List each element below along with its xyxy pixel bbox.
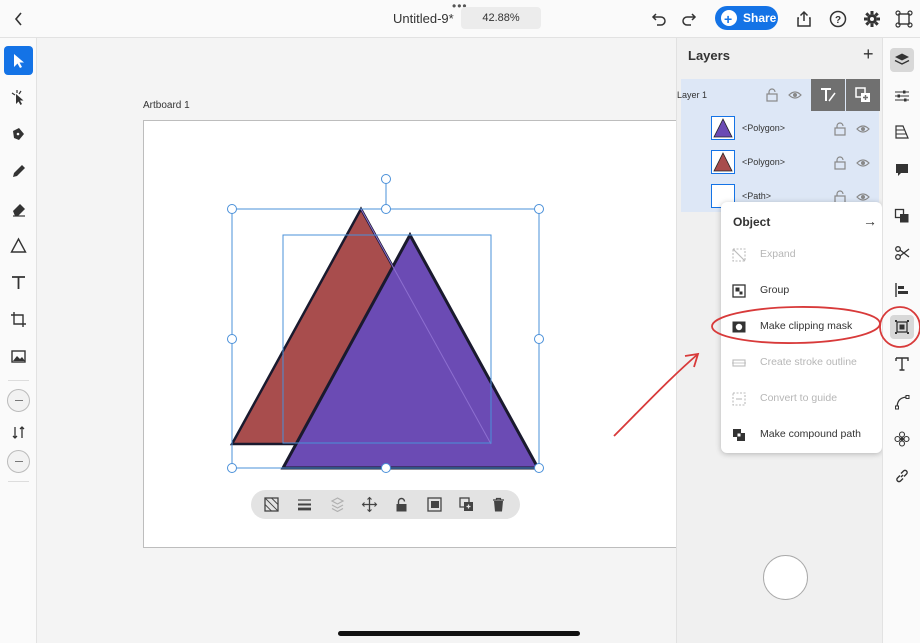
stroke-weight-icon[interactable] [296,496,313,513]
path-panel-button[interactable] [890,390,914,414]
duplicate-icon[interactable] [458,496,475,513]
comments-panel-button[interactable] [890,158,914,182]
arrange-layers-icon [894,208,909,223]
layer-item-label: <Polygon> [742,123,786,133]
group-icon [732,284,746,298]
menu-item-expand: Expand [721,237,882,271]
text-to-path-button[interactable] [811,79,845,111]
move-icon[interactable] [361,496,378,513]
flower-effects-icon [894,431,910,447]
effects-panel-button[interactable] [890,427,914,451]
home-indicator [338,631,580,636]
menu-item-make-clipping-mask[interactable]: Make clipping mask [721,309,882,343]
object-context-menu: Object → Expand Group Make clipping mask… [721,202,882,453]
touch-shortcut-button[interactable] [763,555,808,600]
resize-handle-top-right[interactable] [534,204,544,214]
lock-icon[interactable] [393,496,410,513]
transparency-icon[interactable] [263,496,280,513]
menu-item-label: Create stroke outline [760,356,857,368]
layer-lock-icon[interactable] [765,88,779,102]
resize-handle-top-left[interactable] [227,204,237,214]
menu-item-label: Group [760,284,790,296]
guide-icon [732,392,746,406]
menu-item-label: Convert to guide [760,392,838,404]
selection-toolbar [251,490,520,519]
app-window: ••• Untitled-9* 42.88% Share ? [0,0,920,643]
align-left-icon [895,283,908,297]
arrow-right-icon[interactable]: → [863,213,877,229]
clipping-mask-icon [732,321,746,333]
right-rail [882,38,920,643]
menu-item-convert-to-guide: Convert to guide [721,381,882,415]
layers-panel-title: Layers [688,48,730,63]
swatches-icon [895,125,909,139]
layer-visibility-icon[interactable] [856,122,870,136]
resize-handle-left[interactable] [227,334,237,344]
resize-handle-top[interactable] [381,204,391,214]
libraries-panel-button[interactable] [890,120,914,144]
layer-visibility-icon[interactable] [788,88,802,102]
resize-handle-bottom[interactable] [381,463,391,473]
clipping-mask-icon[interactable] [426,496,443,513]
layers-icon [894,53,910,65]
layer-lock-icon[interactable] [833,156,847,170]
align-panel-button[interactable] [890,278,914,302]
object-panel-button[interactable] [890,315,914,339]
layer-item-label: <Polygon> [742,157,786,167]
scissors-icon [895,246,910,260]
menu-item-group[interactable]: Group [721,273,882,307]
arrange-panel-button[interactable] [890,204,914,228]
menu-item-label: Make clipping mask [760,320,853,332]
resize-handle-bottom-left[interactable] [227,463,237,473]
text-path-icon [821,88,836,102]
layer-visibility-icon[interactable] [856,156,870,170]
arrange-icon [329,496,346,513]
menu-item-create-stroke-outline: Create stroke outline [721,345,882,379]
text-panel-button[interactable] [890,352,914,376]
compound-path-icon [733,429,745,441]
context-menu-title: Object [733,215,771,229]
duplicate-layer-icon [855,87,870,102]
sliders-icon [895,90,909,102]
layer-item-polygon-red[interactable]: <Polygon> [711,148,879,176]
comment-icon [896,164,908,176]
layer-thumbnail [711,116,735,140]
layers-panel-button[interactable] [890,48,914,72]
layer-group-name[interactable]: Layer 1 [677,90,707,100]
resize-handle-right[interactable] [534,334,544,344]
trash-icon[interactable] [490,496,507,513]
stroke-outline-icon [732,359,746,367]
object-icon [895,320,909,334]
menu-item-label: Make compound path [760,428,861,440]
path-operations-button[interactable] [890,241,914,265]
layer-item-label: <Path> [742,191,772,201]
layer-item-polygon-purple[interactable]: <Polygon> [711,114,879,142]
add-layer-button[interactable]: + [863,44,874,65]
properties-panel-button[interactable] [890,84,914,108]
layer-thumbnail [711,150,735,174]
rotate-handle[interactable] [381,174,391,184]
expand-icon [732,248,746,262]
links-panel-button[interactable] [890,464,914,488]
text-format-icon [895,357,909,371]
layer-group-row[interactable]: Layer 1 <Polygon> <Polygon> <Path> [677,79,880,212]
duplicate-layer-button[interactable] [846,79,880,111]
menu-item-label: Expand [760,248,796,260]
layer-lock-icon[interactable] [833,122,847,136]
link-icon [896,469,908,483]
resize-handle-bottom-right[interactable] [534,463,544,473]
menu-item-make-compound-path[interactable]: Make compound path [721,417,882,451]
bezier-path-icon [895,395,910,410]
